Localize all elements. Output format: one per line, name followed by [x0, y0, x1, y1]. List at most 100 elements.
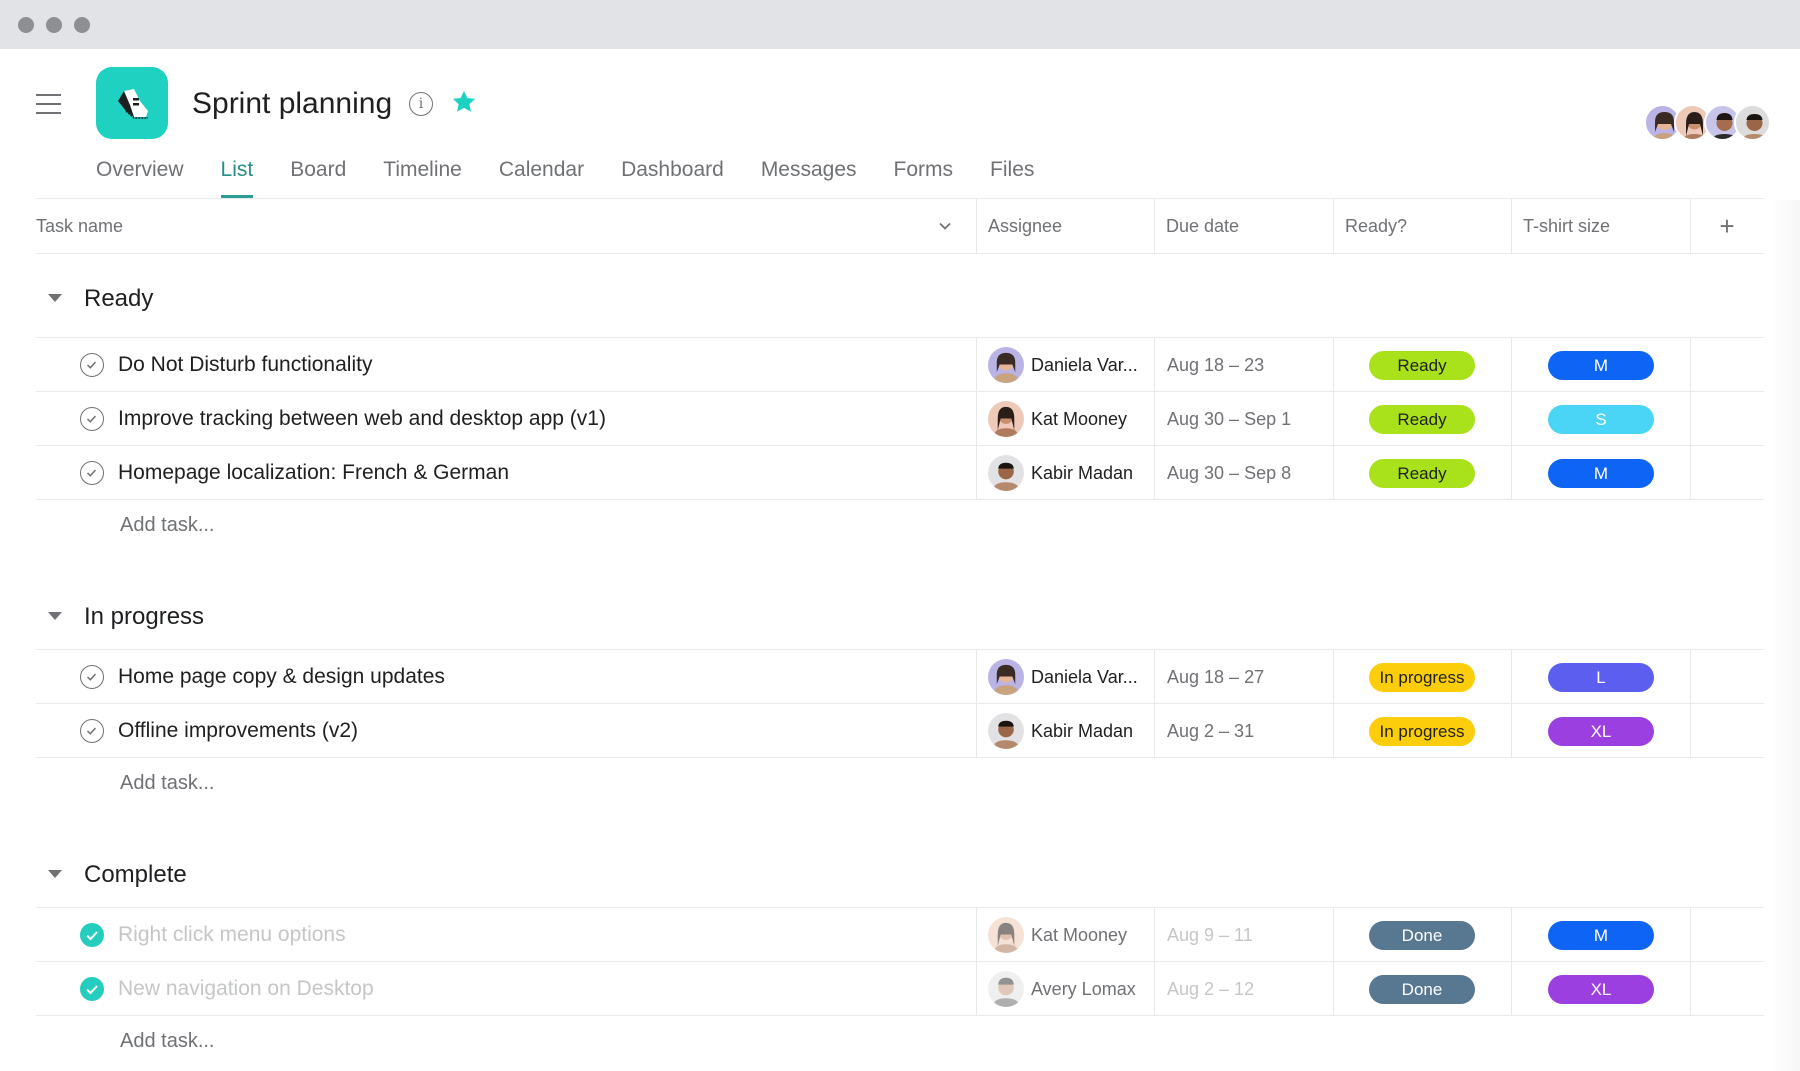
assignee-cell[interactable]: Kabir Madan	[988, 446, 1166, 500]
complete-task-checkbox[interactable]	[80, 719, 104, 743]
hamburger-menu-icon[interactable]	[36, 94, 61, 114]
avatar	[988, 917, 1024, 953]
window-minimize-button[interactable]	[46, 17, 62, 33]
assignee-name: Kabir Madan	[1031, 463, 1134, 483]
tshirt-size-badge[interactable]: M	[1548, 459, 1654, 488]
tab-timeline[interactable]: Timeline	[383, 150, 462, 198]
assignee-cell[interactable]: Avery Lomax	[988, 962, 1166, 1016]
due-date[interactable]: Aug 30 – Sep 8	[1167, 446, 1291, 500]
task-name[interactable]: Home page copy & design updates	[118, 650, 445, 704]
assignee-cell[interactable]: Daniela Var...	[988, 650, 1166, 704]
caret-down-icon[interactable]	[48, 870, 62, 878]
tshirt-size-badge[interactable]: L	[1548, 663, 1654, 692]
assignee-name: Daniela Var...	[1031, 667, 1138, 687]
tshirt-size-badge[interactable]: XL	[1548, 975, 1654, 1004]
window-close-button[interactable]	[18, 17, 34, 33]
due-date[interactable]: Aug 2 – 12	[1167, 962, 1254, 1016]
tshirt-size-badge[interactable]: S	[1548, 405, 1654, 434]
task-name[interactable]: Improve tracking between web and desktop…	[118, 392, 606, 446]
task-row[interactable]: Offline improvements (v2) Kabir Madan Aug …	[36, 704, 1764, 758]
info-icon[interactable]: i	[409, 92, 433, 116]
check-icon	[81, 720, 103, 741]
status-badge[interactable]: In progress	[1369, 663, 1475, 692]
project-tabs: Overview List Board Timeline Calendar Dashboa…	[96, 150, 1071, 198]
tab-calendar[interactable]: Calendar	[499, 150, 584, 198]
caret-down-icon[interactable]	[48, 612, 62, 620]
column-divider	[1690, 704, 1691, 758]
tshirt-size-badge[interactable]: XL	[1548, 717, 1654, 746]
complete-task-checkbox[interactable]	[80, 353, 104, 377]
status-badge[interactable]: Ready	[1369, 351, 1475, 380]
tab-forms[interactable]: Forms	[894, 150, 954, 198]
add-column-button[interactable]: +	[1690, 199, 1764, 253]
star-icon[interactable]	[450, 88, 478, 116]
tab-files[interactable]: Files	[990, 150, 1034, 198]
add-task-button[interactable]: Add task...	[120, 514, 215, 537]
task-name[interactable]: New navigation on Desktop	[118, 962, 374, 1016]
chevron-down-icon[interactable]	[938, 219, 952, 233]
status-badge[interactable]: Ready	[1369, 405, 1475, 434]
section-in-progress: In progress Home page copy & design updat…	[36, 560, 1764, 818]
status-badge[interactable]: In progress	[1369, 717, 1475, 746]
assignee-cell[interactable]: Kat Mooney	[988, 908, 1166, 962]
tab-dashboard[interactable]: Dashboard	[621, 150, 724, 198]
project-members[interactable]	[1644, 104, 1774, 142]
status-badge[interactable]: Done	[1369, 921, 1475, 950]
window-maximize-button[interactable]	[74, 17, 90, 33]
task-row[interactable]: Improve tracking between web and desktop…	[36, 392, 1764, 446]
tshirt-size-badge[interactable]: M	[1548, 921, 1654, 950]
tab-board[interactable]: Board	[290, 150, 346, 198]
tab-messages[interactable]: Messages	[761, 150, 857, 198]
complete-task-checkbox[interactable]	[80, 407, 104, 431]
window-titlebar	[0, 0, 1800, 49]
column-divider	[1154, 962, 1155, 1016]
task-name[interactable]: Right click menu options	[118, 908, 346, 962]
column-header-assignee[interactable]: Assignee	[976, 199, 1062, 253]
complete-task-checkbox[interactable]	[80, 977, 104, 1001]
add-task-button[interactable]: Add task...	[120, 772, 215, 795]
task-row[interactable]: New navigation on Desktop Avery Lomax Aug …	[36, 962, 1764, 1016]
column-header-tshirt-size[interactable]: T-shirt size	[1511, 199, 1610, 253]
tab-list[interactable]: List	[220, 150, 253, 198]
column-divider	[1333, 392, 1334, 446]
column-header-due-date[interactable]: Due date	[1154, 199, 1239, 253]
assignee-cell[interactable]: Kat Mooney	[988, 392, 1166, 446]
status-badge[interactable]: Done	[1369, 975, 1475, 1004]
status-badge[interactable]: Ready	[1369, 459, 1475, 488]
due-date[interactable]: Aug 2 – 31	[1167, 704, 1254, 758]
tab-overview[interactable]: Overview	[96, 150, 184, 198]
task-row[interactable]: Homepage localization: French & German Ka…	[36, 446, 1764, 500]
due-date[interactable]: Aug 18 – 23	[1167, 338, 1264, 392]
task-name[interactable]: Homepage localization: French & German	[118, 446, 509, 500]
tshirt-size-badge[interactable]: M	[1548, 351, 1654, 380]
section-title[interactable]: Complete	[84, 858, 187, 892]
due-date[interactable]: Aug 9 – 11	[1167, 908, 1253, 962]
project-logo	[96, 67, 168, 139]
complete-task-checkbox[interactable]	[80, 665, 104, 689]
complete-task-checkbox[interactable]	[80, 461, 104, 485]
add-task-button[interactable]: Add task...	[120, 1030, 215, 1053]
column-divider	[1511, 392, 1512, 446]
task-row[interactable]: Do Not Disturb functionality Daniela Var.…	[36, 338, 1764, 392]
section-title[interactable]: In progress	[84, 600, 204, 634]
due-date[interactable]: Aug 18 – 27	[1167, 650, 1264, 704]
column-divider	[1333, 338, 1334, 392]
project-title[interactable]: Sprint planning	[192, 84, 392, 124]
assignee-cell[interactable]: Daniela Var...	[988, 338, 1166, 392]
task-row[interactable]: Right click menu options Kat Mooney Aug 9 …	[36, 908, 1764, 962]
member-avatar[interactable]	[1734, 104, 1771, 141]
column-divider	[1511, 446, 1512, 500]
assignee-name: Kat Mooney	[1031, 925, 1128, 945]
task-name[interactable]: Offline improvements (v2)	[118, 704, 358, 758]
scrollbar-track[interactable]	[1772, 200, 1800, 1071]
column-header-ready[interactable]: Ready?	[1333, 199, 1407, 253]
column-header-task-name[interactable]: Task name	[36, 199, 123, 253]
due-date[interactable]: Aug 30 – Sep 1	[1167, 392, 1291, 446]
task-row[interactable]: Home page copy & design updates Daniela V…	[36, 650, 1764, 704]
section-header: Complete	[36, 830, 1764, 908]
complete-task-checkbox[interactable]	[80, 923, 104, 947]
section-title[interactable]: Ready	[84, 282, 153, 316]
assignee-cell[interactable]: Kabir Madan	[988, 704, 1166, 758]
task-name[interactable]: Do Not Disturb functionality	[118, 338, 372, 392]
caret-down-icon[interactable]	[48, 294, 62, 302]
